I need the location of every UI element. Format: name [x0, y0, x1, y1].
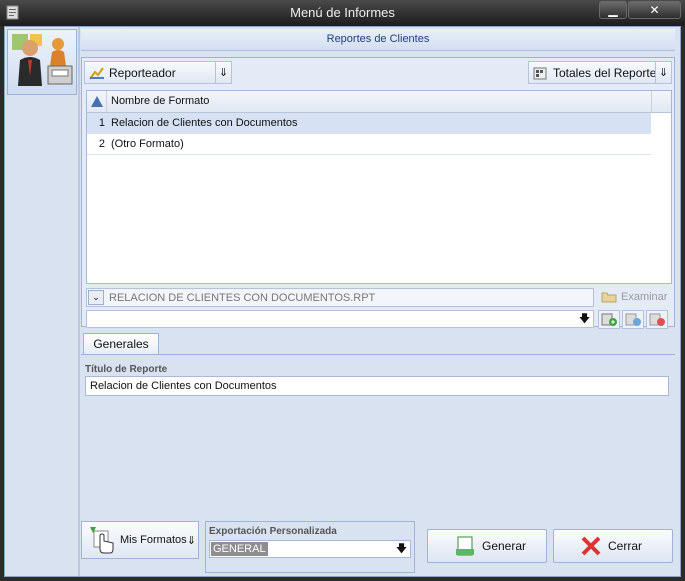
- table-row[interactable]: 2 (Otro Formato): [87, 134, 651, 155]
- cerrar-label: Cerrar: [608, 539, 643, 553]
- chevron-down-icon[interactable]: 🡇: [576, 311, 593, 327]
- report-title-label: Título de Reporte: [85, 364, 168, 375]
- minimize-button[interactable]: ▁: [599, 1, 627, 19]
- generar-label: Generar: [482, 539, 527, 553]
- tab-divider: [81, 354, 675, 355]
- edit-file-button[interactable]: [622, 310, 644, 329]
- totales-label: Totales del Reporte: [553, 65, 657, 80]
- file-path-row: ⌄ RELACION DE CLIENTES CON DOCUMENTOS.RP…: [86, 288, 672, 308]
- chevron-down-icon[interactable]: ⇓: [187, 534, 196, 547]
- chevron-down-icon[interactable]: ⌄: [88, 290, 104, 305]
- reporteador-button[interactable]: Reporteador ⇓: [84, 61, 232, 84]
- delete-file-button[interactable]: [646, 310, 668, 329]
- window-titlebar: Menú de Informes ▁ ✕: [0, 0, 685, 26]
- export-value: GENERAL: [211, 542, 268, 556]
- user-report-icon: [12, 34, 73, 86]
- mis-formatos-label: Mis Formatos: [120, 534, 187, 546]
- row-number: 1: [98, 117, 105, 129]
- delete-icon: [649, 313, 665, 326]
- examinar-button[interactable]: Examinar: [601, 290, 667, 303]
- file-path-field[interactable]: ⌄ RELACION DE CLIENTES CON DOCUMENTOS.RP…: [86, 288, 594, 307]
- left-divider: [78, 27, 80, 576]
- row-number: 2: [98, 138, 105, 150]
- table-row[interactable]: 1 Relacion de Clientes con Documentos: [87, 113, 651, 134]
- export-label: Exportación Personalizada: [209, 526, 337, 537]
- toolbar: Reporteador ⇓ Totales del Reporte ⇓: [82, 58, 674, 86]
- reports-icon-panel: [7, 29, 77, 95]
- mis-formatos-button[interactable]: Mis Formatos ⇓: [81, 521, 199, 559]
- close-x-icon: [581, 536, 601, 556]
- report-designer-icon: [89, 66, 104, 80]
- file-path-value: RELACION DE CLIENTES CON DOCUMENTOS.RPT: [109, 292, 376, 304]
- format-name: (Otro Formato): [111, 138, 184, 150]
- format-name: Relacion de Clientes con Documentos: [111, 117, 298, 129]
- close-icon: ✕: [649, 3, 660, 17]
- folder-icon: [601, 292, 617, 303]
- totales-reporte-button[interactable]: Totales del Reporte ⇓: [528, 61, 672, 84]
- chevron-down-icon[interactable]: ⇓: [215, 62, 231, 83]
- format-panel: Reporteador ⇓ Totales del Reporte ⇓ Nomb…: [81, 57, 675, 330]
- formats-table: Nombre de Formato 1 Relacion de Clientes…: [86, 90, 672, 284]
- header-filler: [651, 91, 671, 112]
- chevron-down-icon[interactable]: ⇓: [655, 62, 671, 83]
- file-combo-row: 🡇: [86, 310, 672, 330]
- reporteador-label: Reporteador: [109, 65, 176, 80]
- totals-icon: [533, 67, 547, 79]
- add-file-button[interactable]: [598, 310, 620, 329]
- export-select[interactable]: GENERAL 🡇: [209, 540, 411, 558]
- report-title-input[interactable]: Relacion de Clientes con Documentos: [85, 376, 669, 396]
- chevron-down-icon[interactable]: 🡇: [393, 541, 410, 557]
- sort-icon[interactable]: [87, 91, 107, 112]
- examinar-label: Examinar: [621, 290, 668, 303]
- generar-button[interactable]: Generar: [427, 529, 547, 563]
- edit-icon: [625, 313, 641, 326]
- hand-pointer-icon: [90, 527, 114, 554]
- minimize-icon: ▁: [608, 3, 618, 17]
- window-title: Menú de Informes: [290, 5, 395, 20]
- cerrar-button[interactable]: Cerrar: [553, 529, 673, 563]
- column-header-nombre[interactable]: Nombre de Formato: [111, 95, 209, 107]
- export-panel: Exportación Personalizada GENERAL 🡇: [205, 521, 415, 573]
- page-title: Reportes de Clientes: [81, 29, 675, 51]
- close-button[interactable]: ✕: [628, 1, 681, 19]
- file-combo[interactable]: 🡇: [86, 310, 594, 328]
- generate-document-icon: [456, 536, 474, 556]
- tab-generales[interactable]: Generales: [83, 333, 159, 355]
- add-icon: [601, 313, 617, 326]
- window-client: Reportes de Clientes Reporteador ⇓ Total…: [4, 26, 681, 577]
- table-header: Nombre de Formato: [87, 91, 671, 113]
